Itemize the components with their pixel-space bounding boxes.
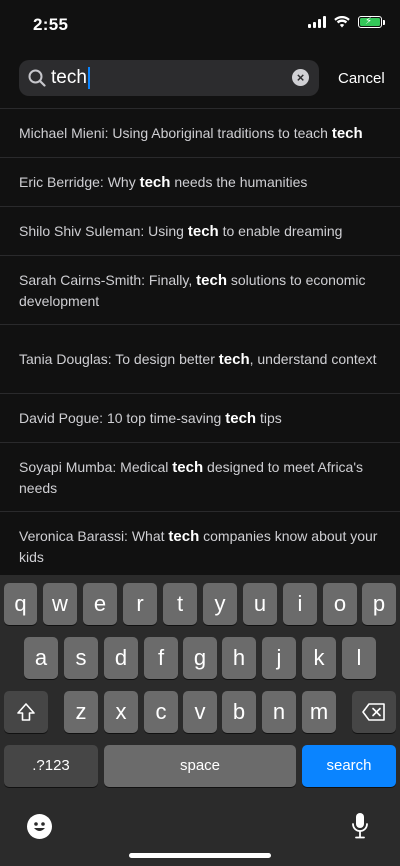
search-row: tech × Cancel	[0, 58, 400, 98]
space-key[interactable]: space	[104, 745, 296, 787]
bolt-icon: ⚡	[365, 16, 373, 27]
key-n[interactable]: n	[262, 691, 296, 733]
result-item[interactable]: Michael Mieni: Using Aboriginal traditio…	[0, 108, 400, 157]
key-h[interactable]: h	[222, 637, 256, 679]
result-item[interactable]: Veronica Barassi: What tech companies kn…	[0, 511, 400, 580]
key-e[interactable]: e	[83, 583, 117, 625]
key-u[interactable]: u	[243, 583, 277, 625]
search-results-list: Michael Mieni: Using Aboriginal traditio…	[0, 108, 400, 580]
delete-key[interactable]	[352, 691, 396, 733]
result-item[interactable]: Sarah Cairns-Smith: Finally, tech soluti…	[0, 255, 400, 324]
microphone-icon[interactable]	[350, 812, 370, 840]
status-icons: ⚡	[308, 16, 385, 28]
search-input[interactable]: tech ×	[19, 60, 319, 96]
numbers-key[interactable]: .?123	[4, 745, 98, 787]
key-p[interactable]: p	[362, 583, 396, 625]
search-query-text: tech	[51, 67, 87, 88]
key-t[interactable]: t	[163, 583, 197, 625]
key-b[interactable]: b	[222, 691, 256, 733]
key-g[interactable]: g	[183, 637, 217, 679]
search-key[interactable]: search	[302, 745, 396, 787]
key-r[interactable]: r	[123, 583, 157, 625]
wifi-icon	[334, 16, 350, 28]
key-z[interactable]: z	[64, 691, 98, 733]
key-s[interactable]: s	[64, 637, 98, 679]
key-d[interactable]: d	[104, 637, 138, 679]
home-indicator	[129, 853, 271, 858]
key-x[interactable]: x	[104, 691, 138, 733]
search-query: tech	[51, 67, 90, 89]
key-c[interactable]: c	[144, 691, 178, 733]
search-icon	[28, 69, 46, 87]
key-k[interactable]: k	[302, 637, 336, 679]
key-i[interactable]: i	[283, 583, 317, 625]
clear-text-icon[interactable]: ×	[292, 69, 309, 86]
key-f[interactable]: f	[144, 637, 178, 679]
result-item[interactable]: Tania Douglas: To design better tech, un…	[0, 324, 400, 393]
battery-charging-icon: ⚡	[358, 16, 385, 28]
key-v[interactable]: v	[183, 691, 217, 733]
key-m[interactable]: m	[302, 691, 336, 733]
result-item[interactable]: David Pogue: 10 top time-saving tech tip…	[0, 393, 400, 442]
key-w[interactable]: w	[43, 583, 77, 625]
key-o[interactable]: o	[323, 583, 357, 625]
key-y[interactable]: y	[203, 583, 237, 625]
key-a[interactable]: a	[24, 637, 58, 679]
emoji-icon[interactable]	[27, 814, 52, 839]
backspace-icon	[362, 703, 385, 721]
status-time: 2:55	[33, 15, 69, 34]
shift-icon	[17, 703, 35, 721]
key-j[interactable]: j	[262, 637, 296, 679]
key-l[interactable]: l	[342, 637, 376, 679]
result-item[interactable]: Shilo Shiv Suleman: Using tech to enable…	[0, 206, 400, 255]
text-caret	[87, 67, 90, 89]
cancel-button[interactable]: Cancel	[338, 70, 385, 87]
status-bar: 2:55 ⚡	[0, 0, 400, 50]
shift-key[interactable]	[4, 691, 48, 733]
key-q[interactable]: q	[4, 583, 37, 625]
cellular-signal-icon	[308, 16, 326, 28]
result-item[interactable]: Eric Berridge: Why tech needs the humani…	[0, 157, 400, 206]
result-item[interactable]: Soyapi Mumba: Medical tech designed to m…	[0, 442, 400, 511]
keyboard: q w e r t y u i o p a s d f g h j k l z …	[0, 575, 400, 866]
